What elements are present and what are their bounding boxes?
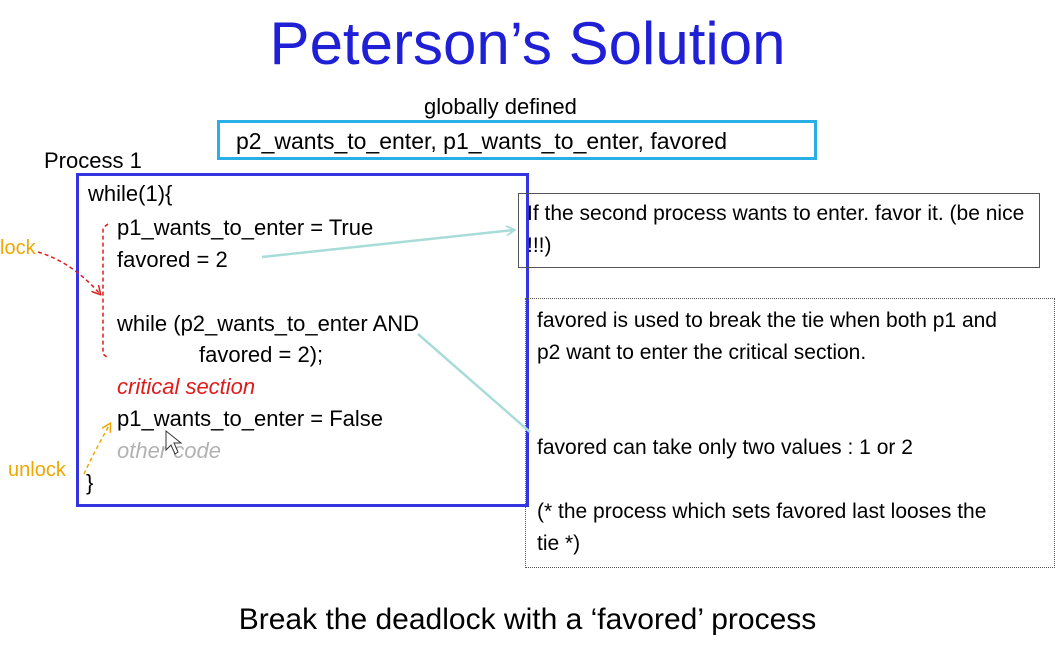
arrow-to-note-favor	[261, 230, 514, 259]
unlock-arrow	[83, 424, 110, 475]
slide-footer: Break the deadlock with a ‘favored’ proc…	[238, 603, 817, 636]
mouse-cursor-icon	[165, 429, 183, 455]
lock-arrow	[37, 251, 100, 294]
arrow-to-note-tie	[417, 333, 531, 433]
lock-bracket	[102, 223, 109, 359]
annotation-overlay	[37, 223, 531, 475]
